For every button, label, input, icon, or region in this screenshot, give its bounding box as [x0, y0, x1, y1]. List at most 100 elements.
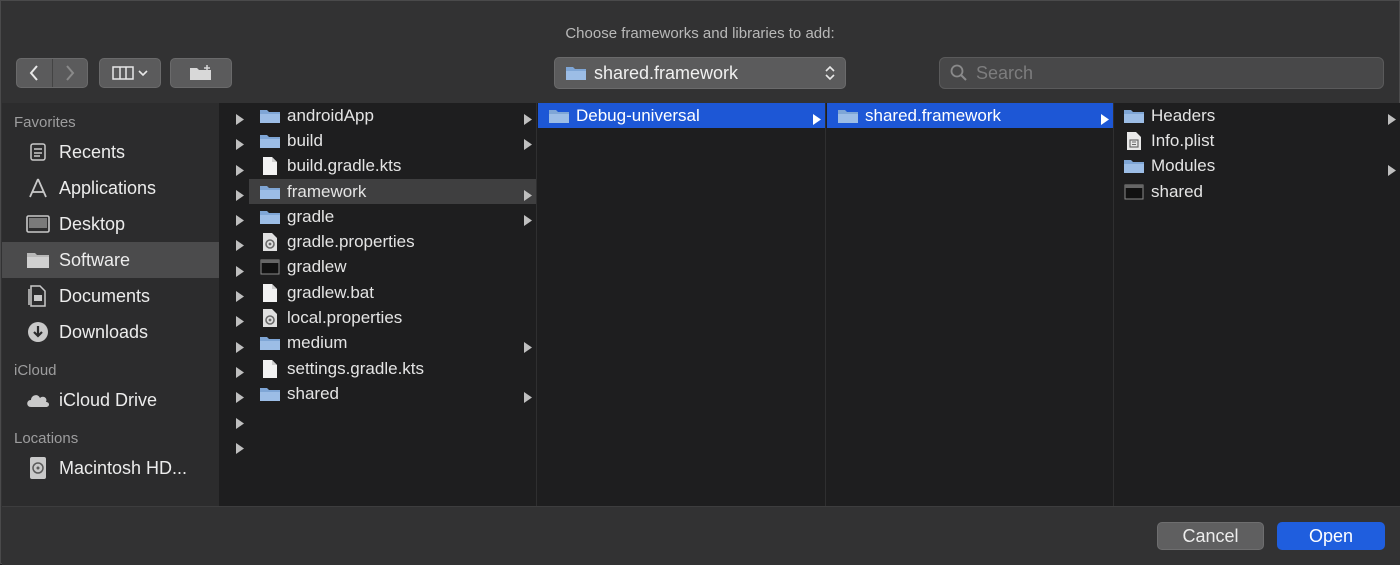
list-item[interactable]: build.gradle.kts	[219, 154, 536, 179]
list-item[interactable]: shared	[1115, 179, 1400, 204]
list-item[interactable]: gradle	[219, 204, 536, 229]
cancel-button[interactable]: Cancel	[1157, 522, 1264, 550]
recents-icon	[25, 141, 51, 163]
folder-icon	[259, 182, 281, 202]
column-browser: androidApp build build.gradle.kts framew…	[219, 103, 1400, 506]
list-item[interactable]: gradle.properties	[219, 229, 536, 254]
item-label: Modules	[1151, 156, 1216, 176]
dialog-prompt: Choose frameworks and libraries to add:	[565, 25, 835, 42]
folder-icon	[548, 106, 570, 126]
item-label: gradlew	[287, 257, 347, 277]
sidebar-item-label: Applications	[59, 177, 157, 198]
chevron-right-icon	[236, 414, 244, 434]
list-item[interactable]: gradlew	[219, 255, 536, 280]
sidebar-item-downloads[interactable]: Downloads	[2, 314, 219, 350]
sidebar-section-locations: Locations	[14, 430, 79, 447]
chevron-right-icon	[524, 110, 532, 130]
list-item[interactable]: Info.plist	[1115, 128, 1400, 153]
sidebar-item-applications[interactable]: Applications	[2, 170, 219, 206]
navigation-group	[16, 58, 88, 88]
list-item[interactable]: shared	[219, 381, 536, 406]
column-divider[interactable]	[825, 103, 826, 506]
list-item[interactable]: gradlew.bat	[219, 280, 536, 305]
chevron-right-icon	[236, 439, 244, 459]
properties-file-icon	[259, 308, 281, 328]
list-item[interactable]: shared.framework	[827, 103, 1113, 129]
item-label: framework	[287, 181, 367, 201]
chevron-right-icon	[524, 211, 532, 231]
updown-chevron-icon	[825, 65, 835, 81]
sidebar: Favorites Recents Applications Desktop S…	[2, 103, 219, 506]
chevron-right-icon	[1388, 161, 1396, 181]
list-item[interactable]: settings.gradle.kts	[219, 356, 536, 381]
document-icon	[259, 156, 281, 176]
sidebar-item-label: Desktop	[59, 213, 126, 234]
folder-icon	[259, 333, 281, 353]
chevron-right-icon	[236, 312, 244, 332]
item-label: androidApp	[287, 105, 374, 125]
executable-icon	[259, 257, 281, 277]
list-item[interactable]: framework	[236, 178, 536, 206]
search-icon	[950, 64, 967, 81]
sidebar-item-macintosh-hd[interactable]: Macintosh HD...	[2, 450, 219, 486]
sidebar-item-icloud-drive[interactable]: iCloud Drive	[2, 382, 219, 418]
search-input[interactable]	[974, 61, 1358, 85]
location-popup-label: shared.framework	[594, 62, 739, 83]
open-button[interactable]: Open	[1277, 522, 1385, 550]
sidebar-item-software[interactable]: Software	[2, 242, 219, 278]
list-item[interactable]: Modules	[1115, 154, 1400, 179]
item-label: gradlew.bat	[287, 282, 374, 302]
chevron-right-icon	[524, 388, 532, 408]
sidebar-item-desktop[interactable]: Desktop	[2, 206, 219, 242]
item-label: build.gradle.kts	[287, 156, 402, 176]
column-divider[interactable]	[1113, 103, 1114, 506]
folder-icon	[566, 67, 586, 80]
document-icon	[259, 359, 281, 379]
column-4: Headers Info.plist Modules shared	[1115, 103, 1400, 506]
sidebar-item-label: Documents	[59, 285, 151, 306]
list-item[interactable]: androidApp	[219, 103, 536, 128]
chevron-down-icon	[138, 70, 148, 77]
item-label: gradle.properties	[287, 232, 415, 252]
list-item[interactable]: Debug-universal	[538, 103, 825, 130]
sidebar-item-recents[interactable]: Recents	[2, 134, 219, 170]
folder-icon	[259, 131, 281, 151]
item-label: Debug-universal	[576, 105, 700, 125]
item-label: build	[287, 130, 323, 150]
new-folder-button[interactable]	[170, 58, 232, 88]
folder-icon	[1123, 106, 1145, 126]
desktop-icon	[25, 213, 51, 235]
chevron-right-icon	[236, 287, 244, 307]
column-divider[interactable]	[536, 103, 537, 506]
downloads-icon	[25, 321, 51, 343]
location-popup[interactable]: shared.framework	[554, 57, 846, 89]
button-bar: Cancel Open	[2, 506, 1400, 565]
chevron-right-icon	[236, 262, 244, 282]
column-3: shared.framework	[827, 103, 1113, 506]
new-folder-icon	[190, 65, 211, 80]
back-button[interactable]	[17, 59, 52, 87]
sidebar-item-documents[interactable]: Documents	[2, 278, 219, 314]
document-icon	[259, 283, 281, 303]
documents-icon	[25, 285, 51, 307]
chevron-right-icon	[813, 110, 821, 130]
chevron-right-icon	[524, 186, 532, 206]
sidebar-section-icloud: iCloud	[14, 362, 57, 379]
chevron-right-icon	[236, 338, 244, 358]
sidebar-item-label: Downloads	[59, 321, 149, 342]
forward-button[interactable]	[51, 59, 88, 87]
list-item[interactable]: medium	[219, 331, 536, 356]
list-item[interactable]: local.properties	[219, 305, 536, 330]
view-mode-button[interactable]	[99, 58, 161, 88]
list-item[interactable]: build	[219, 128, 536, 153]
list-item[interactable]: Headers	[1115, 103, 1400, 128]
chevron-left-icon	[29, 65, 39, 81]
search-field[interactable]	[939, 57, 1384, 89]
plist-file-icon	[1123, 131, 1145, 151]
sidebar-item-label: iCloud Drive	[59, 389, 158, 410]
column-2: Debug-universal	[538, 103, 825, 506]
sidebar-item-label: Macintosh HD...	[59, 457, 188, 478]
applications-icon	[25, 177, 51, 199]
item-label: Info.plist	[1151, 130, 1215, 150]
file-dialog: Choose frameworks and libraries to add: …	[0, 0, 1400, 565]
